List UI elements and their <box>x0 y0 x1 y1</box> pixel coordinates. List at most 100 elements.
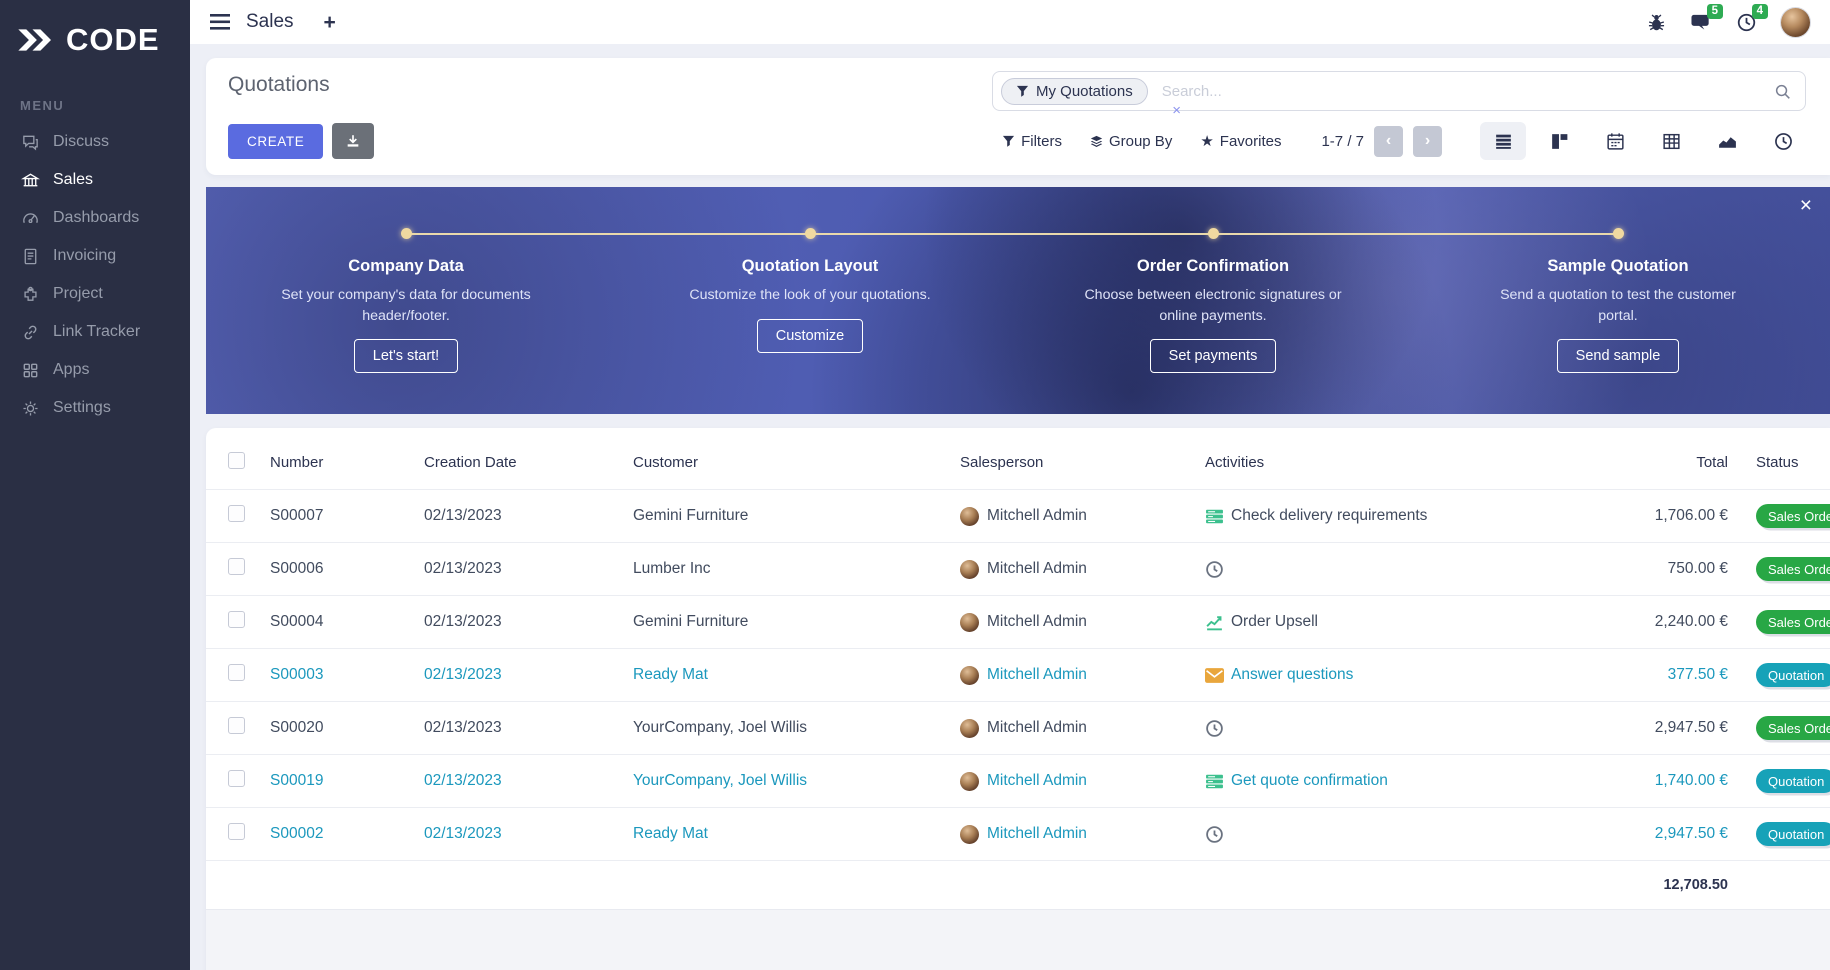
onboarding-step-order-confirmation: Order Confirmation Choose between electro… <box>1083 257 1343 374</box>
cell-number: S00004 <box>262 595 416 649</box>
status-badge: Sales Order <box>1756 504 1830 528</box>
row-checkbox[interactable] <box>228 823 245 840</box>
pager: 1-7 / 7 ‹ › <box>1321 125 1442 157</box>
bug-icon[interactable] <box>1646 12 1667 33</box>
step-action-button[interactable]: Let's start! <box>353 339 459 374</box>
user-avatar[interactable] <box>1781 7 1810 37</box>
pager-prev-button[interactable]: ‹ <box>1374 125 1403 157</box>
row-checkbox[interactable] <box>228 664 245 681</box>
filters-button[interactable]: Filters <box>1002 133 1062 150</box>
column-header-number[interactable]: Number <box>262 428 416 490</box>
invoice-icon <box>20 246 40 266</box>
sidebar-item-label: Link Tracker <box>53 323 141 340</box>
sidebar-item-apps[interactable]: Apps <box>0 351 190 389</box>
salesperson-name: Mitchell Admin <box>987 507 1087 524</box>
hamburger-menu-icon[interactable] <box>210 14 230 30</box>
row-checkbox-cell <box>206 542 262 596</box>
sidebar-item-settings[interactable]: Settings <box>0 389 190 427</box>
select-all-checkbox[interactable] <box>228 452 245 469</box>
tasks-activity-icon[interactable] <box>1205 507 1224 526</box>
column-header-total[interactable]: Total <box>1530 428 1736 490</box>
step-action-button[interactable]: Set payments <box>1149 339 1277 374</box>
clock-activity-icon[interactable] <box>1205 719 1224 738</box>
salesperson-avatar <box>960 559 979 579</box>
search-bar[interactable]: My Quotations × <box>992 71 1806 118</box>
table-row[interactable]: S00007 02/13/2023 Gemini Furniture Mitchell… <box>206 489 1830 543</box>
view-pivot-icon[interactable] <box>1648 122 1694 160</box>
favorites-button[interactable]: ★ Favorites <box>1200 133 1281 150</box>
banner-close-icon[interactable]: × <box>1800 195 1812 216</box>
sidebar-item-invoicing[interactable]: Invoicing <box>0 237 190 275</box>
cell-status: Sales Order <box>1736 701 1830 755</box>
search-facet[interactable]: My Quotations <box>1001 77 1148 105</box>
column-header-status[interactable]: Status <box>1736 428 1830 490</box>
table-header-row: Number Creation Date Customer Salesperson Ac… <box>206 428 1830 490</box>
new-tab-button[interactable]: + <box>324 12 336 33</box>
table-row[interactable]: S00019 02/13/2023 YourCompany, Joel Willis… <box>206 754 1830 808</box>
sidebar-item-link-tracker[interactable]: Link Tracker <box>0 313 190 351</box>
view-kanban-icon[interactable] <box>1536 122 1582 160</box>
salesperson-avatar <box>960 665 979 685</box>
column-header-activities[interactable]: Activities <box>1197 428 1530 490</box>
app-title: Sales <box>246 11 294 32</box>
step-action-button[interactable]: Customize <box>756 318 864 353</box>
cell-creation-date: 02/13/2023 <box>416 595 625 649</box>
table-row[interactable]: S00002 02/13/2023 Ready Mat Mitchell Admin 2… <box>206 807 1830 861</box>
cell-status: Sales Order <box>1736 489 1830 543</box>
row-checkbox[interactable] <box>228 611 245 628</box>
view-graph-icon[interactable] <box>1704 122 1750 160</box>
sidebar-item-discuss[interactable]: Discuss <box>0 123 190 161</box>
facet-remove-icon[interactable]: × <box>1172 103 1181 118</box>
column-header-creation-date[interactable]: Creation Date <box>416 428 625 490</box>
sidebar-item-sales[interactable]: Sales <box>0 161 190 199</box>
group-by-button[interactable]: Group By <box>1090 133 1172 150</box>
row-checkbox[interactable] <box>228 717 245 734</box>
column-header-salesperson[interactable]: Salesperson <box>952 428 1197 490</box>
sidebar-item-project[interactable]: Project <box>0 275 190 313</box>
cell-activities <box>1197 542 1530 596</box>
step-action-button[interactable]: Send sample <box>1556 339 1680 374</box>
cell-number: S00007 <box>262 489 416 543</box>
view-activity-icon[interactable] <box>1760 122 1806 160</box>
cell-activities <box>1197 701 1530 755</box>
activity-clock-icon[interactable]: 4 <box>1736 3 1768 33</box>
row-checkbox[interactable] <box>228 558 245 575</box>
row-checkbox-cell <box>206 489 262 543</box>
column-header-customer[interactable]: Customer <box>625 428 952 490</box>
mail-activity-icon[interactable] <box>1205 666 1224 685</box>
cell-total: 377.50 € <box>1530 648 1736 702</box>
clock-activity-icon[interactable] <box>1205 825 1224 844</box>
create-button[interactable]: CREATE <box>228 123 324 159</box>
row-checkbox[interactable] <box>228 505 245 522</box>
table-row[interactable]: S00020 02/13/2023 YourCompany, Joel Willis… <box>206 701 1830 755</box>
control-panel: Quotations My Quotations × <box>206 58 1830 175</box>
search-input[interactable] <box>1159 81 1766 101</box>
export-button[interactable] <box>332 123 375 159</box>
status-badge: Quotation <box>1756 822 1830 846</box>
brand-logo-icon <box>18 29 51 51</box>
row-checkbox[interactable] <box>228 770 245 787</box>
cell-total: 1,706.00 € <box>1530 489 1736 543</box>
search-icon[interactable] <box>1774 83 1791 100</box>
sidebar-item-label: Dashboards <box>53 209 140 226</box>
table-row[interactable]: S00006 02/13/2023 Lumber Inc Mitchell Admin… <box>206 542 1830 596</box>
view-list-icon[interactable] <box>1480 122 1526 160</box>
table-row[interactable]: S00004 02/13/2023 Gemini Furniture Mitchell… <box>206 595 1830 649</box>
messages-count-badge: 5 <box>1706 3 1723 19</box>
table-footer-row: 12,708.50 <box>206 860 1830 909</box>
table-row[interactable]: S00003 02/13/2023 Ready Mat Mitchell Admin A… <box>206 648 1830 702</box>
view-calendar-icon[interactable] <box>1592 122 1638 160</box>
clock-activity-icon[interactable] <box>1205 560 1224 579</box>
tasks-activity-icon[interactable] <box>1205 772 1224 791</box>
step-description: Customize the look of your quotations. <box>689 287 931 303</box>
app-window: CODE MENU Discuss Sales Dashboards Invoicin… <box>0 0 1830 970</box>
page-title: Quotations <box>228 73 330 96</box>
messages-icon[interactable]: 5 <box>1691 3 1723 33</box>
activity-label: Answer questions <box>1231 666 1354 683</box>
cell-total: 2,947.50 € <box>1530 807 1736 861</box>
salesperson-name: Mitchell Admin <box>987 666 1087 683</box>
chart-activity-icon[interactable] <box>1205 613 1224 632</box>
onboarding-step-sample-quotation: Sample Quotation Send a quotation to test… <box>1488 257 1748 374</box>
sidebar-item-dashboards[interactable]: Dashboards <box>0 199 190 237</box>
pager-next-button[interactable]: › <box>1413 125 1442 157</box>
